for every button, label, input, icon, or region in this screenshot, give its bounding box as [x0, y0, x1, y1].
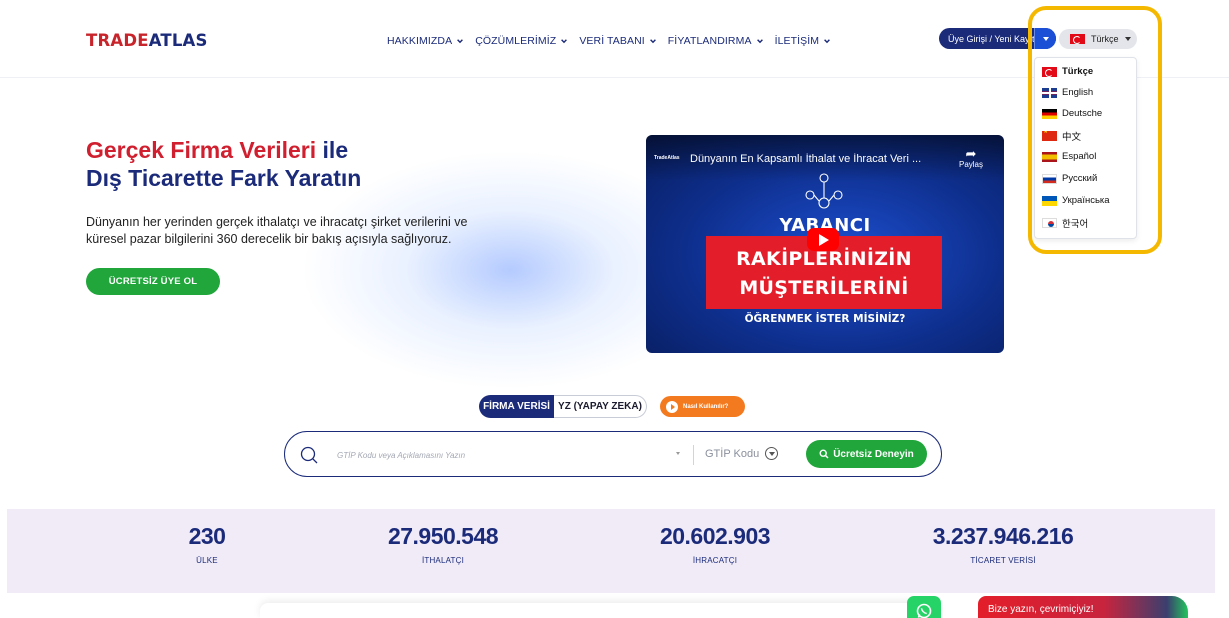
- video-title[interactable]: Dünyanın En Kapsamlı İthalat ve İhracat …: [690, 153, 942, 165]
- nav-item-label: VERİ TABANI: [579, 35, 645, 47]
- gtip-code-label: GTİP Kodu: [705, 447, 760, 460]
- live-chat-widget[interactable]: Bize yazın, çevrimiçiyiz!: [978, 596, 1188, 618]
- nav-item-pricing[interactable]: FİYATLANDIRMA: [668, 35, 764, 47]
- video-share-button[interactable]: ➦ Paylaş: [956, 146, 986, 169]
- nav-item-solutions[interactable]: ÇÖZÜMLERİMİZ: [475, 35, 568, 47]
- nav-item-contact[interactable]: İLETİŞİM: [775, 35, 832, 47]
- whatsapp-button[interactable]: [907, 596, 941, 618]
- tradeatlas-logo[interactable]: TRADEATLAS: [86, 31, 208, 50]
- search-input[interactable]: [337, 447, 647, 463]
- hero-title-red: Gerçek Firma Verileri: [86, 137, 317, 163]
- stats-band: 230 ÜLKE 27.950.548 İTHALATÇI 20.602.903…: [7, 509, 1215, 593]
- hero-title: Gerçek Firma Verileri ile Dış Ticarette …: [86, 136, 361, 192]
- video-share-label: Paylaş: [958, 160, 983, 169]
- language-menu-highlight-box: [1028, 6, 1162, 254]
- chevron-down-icon: [756, 39, 763, 44]
- how-to-use-label: Nasıl Kullanılır?: [683, 403, 729, 410]
- tab-ai[interactable]: YZ (YAPAY ZEKA): [554, 395, 647, 418]
- main-nav: HAKKIMIZDA ÇÖZÜMLERİMİZ VERİ TABANI FİYA…: [387, 35, 831, 47]
- video-text-line-2: MÜŞTERİLERİNİ: [739, 277, 909, 299]
- stat-label: İHRACATÇI: [692, 556, 738, 565]
- video-text-line-1: RAKİPLERİNİZİN: [736, 248, 912, 270]
- nav-item-database[interactable]: VERİ TABANI: [579, 35, 656, 47]
- stat-label: TİCARET VERİSİ: [970, 556, 1036, 565]
- stat-value: 3.237.946.216: [932, 523, 1074, 549]
- search-icon: [819, 449, 829, 459]
- logo-part-trade: TRADE: [86, 31, 149, 50]
- hero-title-navy-2: Dış Ticarette Fark Yaratın: [86, 165, 362, 191]
- chevron-down-icon: [824, 39, 831, 44]
- nav-item-label: İLETİŞİM: [774, 35, 820, 47]
- stat-value: 20.602.903: [659, 523, 771, 549]
- stat-exporters: 20.602.903 İHRACATÇI: [640, 523, 790, 565]
- video-channel-logo[interactable]: TradeAtlas: [654, 155, 680, 161]
- free-trial-search-button[interactable]: Ücretsiz Deneyin: [806, 440, 927, 468]
- bottom-floating-bar: [260, 603, 940, 618]
- chevron-down-icon: [457, 39, 464, 44]
- hero-subtitle: Dünyanın her yerinden gerçek ithalatçı v…: [86, 215, 468, 246]
- stat-value: 230: [188, 523, 226, 549]
- search-icon: [300, 446, 318, 464]
- caret-down-icon[interactable]: [676, 452, 680, 455]
- search-divider: [693, 445, 694, 465]
- stat-trade-records: 3.237.946.216 TİCARET VERİSİ: [913, 523, 1093, 565]
- tab-company-data[interactable]: FİRMA VERİSİ: [479, 395, 554, 418]
- play-icon[interactable]: [807, 228, 839, 251]
- share-arrow-icon: ➦: [965, 146, 977, 161]
- chevron-down-icon: [561, 39, 568, 44]
- how-to-use-button[interactable]: Nasıl Kullanılır?: [660, 396, 745, 417]
- stat-label: ÜLKE: [196, 556, 218, 565]
- stat-label: İTHALATÇI: [421, 556, 465, 565]
- whatsapp-icon: [916, 603, 932, 618]
- free-trial-label: Ücretsiz Deneyin: [833, 448, 914, 460]
- gtip-code-select[interactable]: GTİP Kodu: [705, 447, 779, 460]
- video-player[interactable]: TradeAtlas Dünyanın En Kapsamlı İthalat …: [646, 135, 1004, 353]
- search-bar: GTİP Kodu Ücretsiz Deneyin: [284, 431, 942, 477]
- stat-importers: 27.950.548 İTHALATÇI: [368, 523, 518, 565]
- stat-countries: 230 ÜLKE: [147, 523, 267, 565]
- video-text-bottom: ÖĞRENMEK İSTER MİSİNİZ?: [744, 313, 906, 325]
- logo-part-atlas: ATLAS: [148, 31, 208, 50]
- nav-item-label: ÇÖZÜMLERİMİZ: [475, 35, 557, 47]
- nav-item-about[interactable]: HAKKIMIZDA: [387, 35, 464, 47]
- chevron-down-circle-icon: [765, 447, 779, 460]
- login-register-label: Üye Girişi / Yeni Kayıt: [948, 33, 1035, 44]
- hero-title-navy-1: ile: [316, 137, 349, 163]
- free-signup-button[interactable]: ÜCRETSİZ ÜYE OL: [86, 268, 220, 295]
- stat-value: 27.950.548: [387, 523, 499, 549]
- network-people-icon: [805, 173, 843, 209]
- chevron-down-icon: [649, 39, 656, 44]
- nav-item-label: FİYATLANDIRMA: [667, 35, 752, 47]
- page: TRADEATLAS HAKKIMIZDA ÇÖZÜMLERİMİZ VERİ …: [0, 0, 1229, 618]
- nav-item-label: HAKKIMIZDA: [387, 35, 453, 47]
- play-circle-icon: [666, 400, 678, 413]
